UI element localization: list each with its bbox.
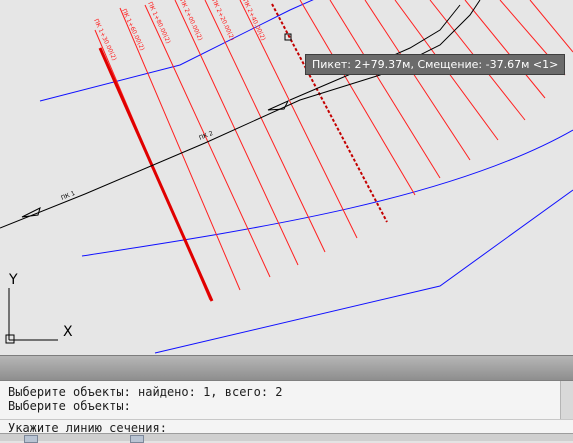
drawing-viewport[interactable]: ПК 1+30.00(2) ПК 1+60.00(2) ПК 1+80.00(2…: [0, 0, 573, 355]
highlighted-section-line: [271, 3, 388, 223]
section-lines: [94, 0, 573, 301]
command-history-line: Выберите объекты:: [8, 399, 131, 413]
window-splitter[interactable]: [0, 355, 573, 380]
section-line: [174, 0, 299, 266]
command-history-scrollbar[interactable]: [560, 381, 573, 419]
status-toggle-button[interactable]: [24, 435, 38, 443]
alignment-label-group: ПК 1 ПК 2: [60, 130, 214, 202]
section-label: ПК 2+40.00(2): [241, 0, 266, 42]
command-history-line: Выберите объекты: найдено: 1, всего: 2: [8, 385, 283, 399]
section-label: ПК 2+20.00(2): [210, 0, 235, 42]
station-offset-tooltip: Пикет: 2+79.37м, Смещение: -37.67м <1>: [305, 54, 566, 75]
direction-arrow: [267, 99, 290, 111]
alignment-label: ПК 1: [60, 190, 76, 202]
ucs-icon: [5, 288, 58, 344]
direction-arrow: [21, 207, 41, 218]
ucs-y-label: Y: [8, 272, 18, 288]
selected-section-line: [98, 47, 214, 302]
ucs-x-label: X: [63, 324, 73, 340]
section-label: ПК 1+30.00(2): [92, 18, 117, 62]
section-label: ПК 1+60.00(2): [120, 8, 145, 52]
offset-line-right: [81, 129, 573, 257]
status-toggle-button[interactable]: [130, 435, 144, 443]
command-divider: [0, 419, 573, 420]
section-label: ПК 1+80.00(2): [146, 1, 171, 45]
section-line: [464, 0, 546, 99]
section-line: [529, 0, 573, 53]
section-label: ПК 2+00.00(2): [178, 0, 203, 42]
command-line-window[interactable]: Выберите объекты: найдено: 1, всего: 2 В…: [0, 380, 573, 441]
offset-line-bottom: [154, 189, 573, 354]
